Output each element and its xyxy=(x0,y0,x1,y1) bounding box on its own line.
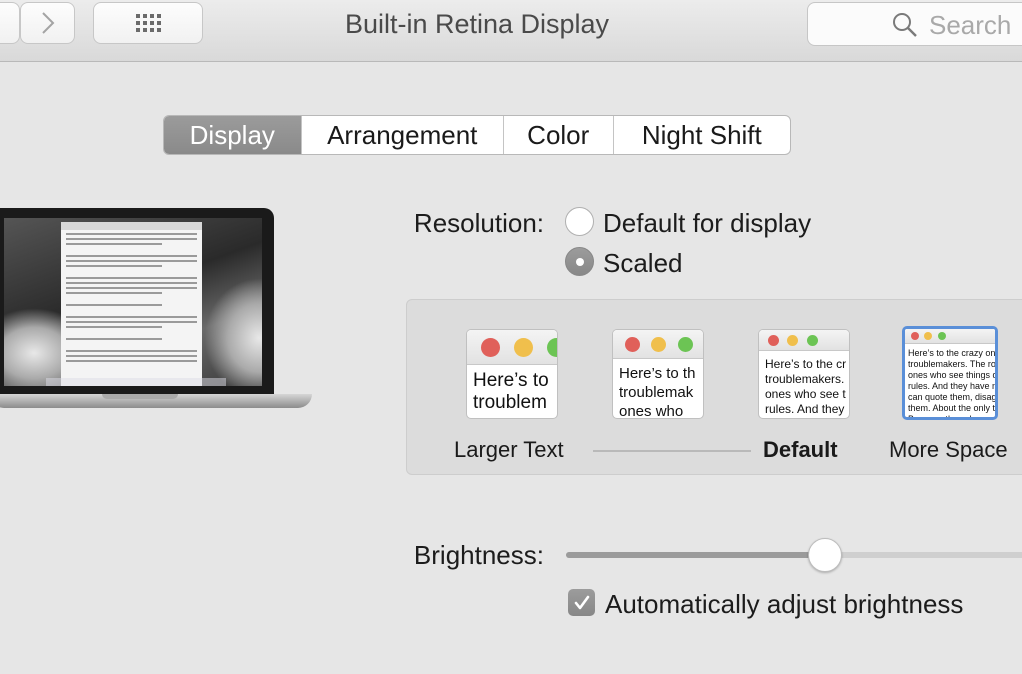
radio-scaled[interactable] xyxy=(565,247,594,276)
scale-option-more-space[interactable]: Here’s to the crazy onestroublemakers. T… xyxy=(902,326,998,420)
scale-divider-line xyxy=(593,450,751,452)
search-field[interactable]: Search xyxy=(807,2,1022,46)
scale-label-more-space: More Space xyxy=(889,437,1008,462)
scale-option-2[interactable]: Here’s to th troublemak ones who xyxy=(612,329,704,419)
auto-brightness-label[interactable]: Automatically adjust brightness xyxy=(605,589,963,620)
tab-display[interactable]: Display xyxy=(164,116,302,154)
brightness-slider-fill xyxy=(566,552,825,558)
auto-brightness-checkbox[interactable] xyxy=(568,589,595,616)
radio-default-for-display-label[interactable]: Default for display xyxy=(603,208,811,239)
brightness-slider-knob[interactable] xyxy=(808,538,842,572)
checkmark-icon xyxy=(574,595,589,609)
search-icon xyxy=(893,13,917,37)
tab-night-shift[interactable]: Night Shift xyxy=(614,116,790,154)
brightness-slider[interactable] xyxy=(566,552,1022,558)
tab-color[interactable]: Color xyxy=(504,116,614,154)
scale-label-default: Default xyxy=(763,437,838,462)
resolution-label: Resolution: xyxy=(413,208,544,238)
radio-default-for-display[interactable] xyxy=(565,207,594,236)
radio-scaled-label[interactable]: Scaled xyxy=(603,248,683,279)
brightness-label: Brightness: xyxy=(413,540,544,570)
search-placeholder: Search xyxy=(929,10,1012,40)
display-preview-image xyxy=(0,208,320,428)
tab-bar: Display Arrangement Color Night Shift xyxy=(163,115,791,155)
toolbar: Built-in Retina Display Search xyxy=(0,0,1022,62)
scale-option-larger-text[interactable]: Here’s to troublem xyxy=(466,329,558,419)
scale-option-default[interactable]: Here’s to the cr troublemakers. ones who s… xyxy=(758,329,850,419)
scale-label-larger-text: Larger Text xyxy=(454,437,564,462)
tab-arrangement[interactable]: Arrangement xyxy=(302,116,504,154)
